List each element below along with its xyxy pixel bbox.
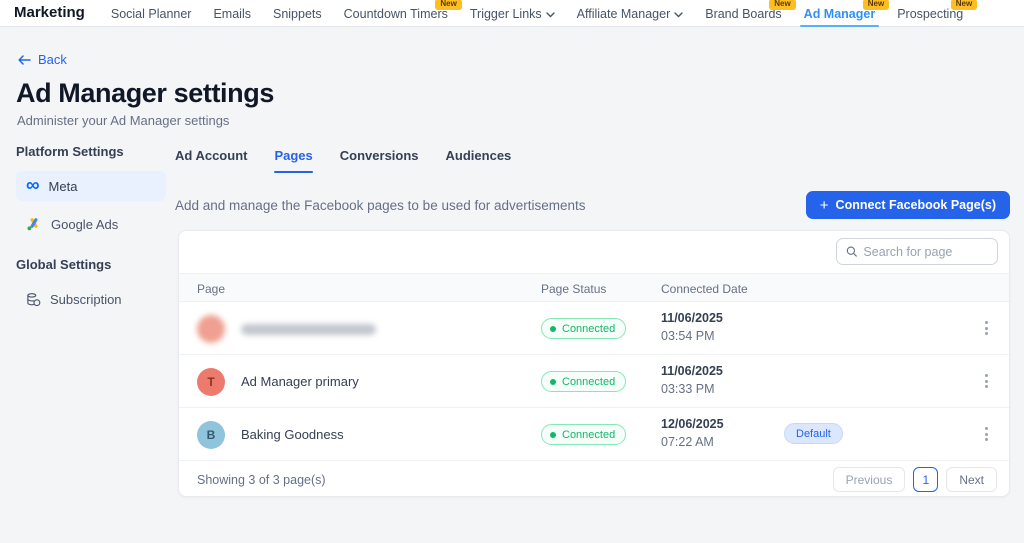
row-actions-menu-icon[interactable] — [977, 422, 995, 446]
nav-item-brand-boards[interactable]: Brand Boards New — [705, 0, 781, 26]
new-badge: New — [951, 0, 977, 10]
sidebar-heading-platform-settings: Platform Settings — [16, 144, 166, 159]
main-content: Ad Account Pages Conversions Audiences A… — [175, 148, 1010, 219]
sidebar-item-meta[interactable]: ∞ Meta — [16, 171, 166, 201]
nav-item-ad-manager[interactable]: Ad Manager New — [804, 0, 876, 26]
pages-description: Add and manage the Facebook pages to be … — [175, 198, 586, 213]
tab-conversions[interactable]: Conversions — [340, 148, 419, 173]
chevron-down-icon — [674, 12, 683, 18]
previous-page-button[interactable]: Previous — [833, 467, 906, 492]
active-tab-underline — [274, 171, 312, 173]
sidebar-item-subscription[interactable]: Subscription — [16, 284, 166, 314]
connected-date: 11/06/2025 — [661, 311, 723, 325]
connected-time: 07:22 AM — [661, 435, 714, 449]
page-name: Ad Manager primary — [241, 374, 359, 389]
next-page-button[interactable]: Next — [946, 467, 997, 492]
google-ads-logo-icon — [26, 216, 42, 232]
marketing-menu-title[interactable]: Marketing — [14, 0, 85, 26]
new-badge: New — [435, 0, 461, 10]
avatar — [197, 315, 225, 343]
plus-icon: + — [820, 198, 829, 213]
tab-ad-account[interactable]: Ad Account — [175, 148, 247, 173]
nav-item-affiliate-manager[interactable]: Affiliate Manager — [577, 0, 684, 26]
back-button[interactable]: Back — [18, 52, 67, 67]
active-nav-underline — [800, 25, 880, 27]
connected-time: 03:54 PM — [661, 329, 715, 343]
page-title: Ad Manager settings — [16, 78, 274, 109]
status-badge: Connected — [541, 371, 626, 392]
row-actions-menu-icon[interactable] — [977, 369, 995, 393]
top-navigation: Marketing Social Planner Emails Snippets… — [0, 0, 1024, 27]
nav-item-snippets[interactable]: Snippets — [273, 0, 322, 26]
page-search[interactable] — [836, 238, 998, 265]
table-row: Connected 11/06/2025 03:54 PM — [179, 302, 1009, 355]
table-header: Page Page Status Connected Date — [179, 273, 1009, 302]
status-badge: Connected — [541, 424, 626, 445]
nav-item-countdown-timers[interactable]: Countdown Timers New — [344, 0, 448, 26]
table-row: B Baking Goodness Connected 12/06/2025 0… — [179, 408, 1009, 461]
search-icon — [846, 245, 857, 258]
connect-facebook-pages-button[interactable]: + Connect Facebook Page(s) — [806, 191, 1010, 219]
chevron-down-icon — [546, 12, 555, 18]
avatar: T — [197, 368, 225, 396]
new-badge: New — [769, 0, 795, 10]
default-badge: Default — [784, 423, 843, 444]
arrow-left-icon — [18, 55, 31, 65]
nav-item-prospecting[interactable]: Prospecting New — [897, 0, 963, 26]
status-dot-icon — [550, 379, 556, 385]
tab-pages[interactable]: Pages — [274, 148, 312, 173]
column-header-connected-date: Connected Date — [661, 282, 748, 296]
status-dot-icon — [550, 326, 556, 332]
nav-item-emails[interactable]: Emails — [213, 0, 251, 26]
new-badge: New — [863, 0, 889, 10]
connected-time: 03:33 PM — [661, 382, 715, 396]
column-header-page-status: Page Status — [541, 282, 606, 296]
settings-sidebar: Platform Settings ∞ Meta Google Ads Glob… — [16, 144, 166, 314]
pages-table-card: Page Page Status Connected Date Connecte… — [178, 230, 1010, 497]
row-actions-menu-icon[interactable] — [977, 316, 995, 340]
search-input[interactable] — [863, 245, 988, 259]
table-row: T Ad Manager primary Connected 11/06/202… — [179, 355, 1009, 408]
status-badge: Connected — [541, 318, 626, 339]
meta-logo-icon: ∞ — [26, 179, 40, 193]
settings-tabs: Ad Account Pages Conversions Audiences — [175, 148, 1010, 173]
page-name-redacted — [241, 324, 376, 335]
sidebar-heading-global-settings: Global Settings — [16, 257, 166, 272]
page-number-button[interactable]: 1 — [913, 467, 938, 492]
column-header-page: Page — [197, 282, 225, 296]
nav-item-social-planner[interactable]: Social Planner — [111, 0, 192, 26]
tab-audiences[interactable]: Audiences — [446, 148, 512, 173]
table-footer: Showing 3 of 3 page(s) Previous 1 Next — [179, 461, 1009, 497]
page-name: Baking Goodness — [241, 427, 344, 442]
page-subtitle: Administer your Ad Manager settings — [17, 113, 229, 128]
avatar: B — [197, 421, 225, 449]
coins-icon — [26, 292, 41, 307]
pagination: Previous 1 Next — [833, 467, 997, 492]
sidebar-item-google-ads[interactable]: Google Ads — [16, 209, 166, 239]
connected-date: 12/06/2025 — [661, 417, 724, 431]
status-dot-icon — [550, 432, 556, 438]
connected-date: 11/06/2025 — [661, 364, 723, 378]
row-count-summary: Showing 3 of 3 page(s) — [197, 473, 326, 487]
nav-item-trigger-links[interactable]: Trigger Links — [470, 0, 555, 26]
